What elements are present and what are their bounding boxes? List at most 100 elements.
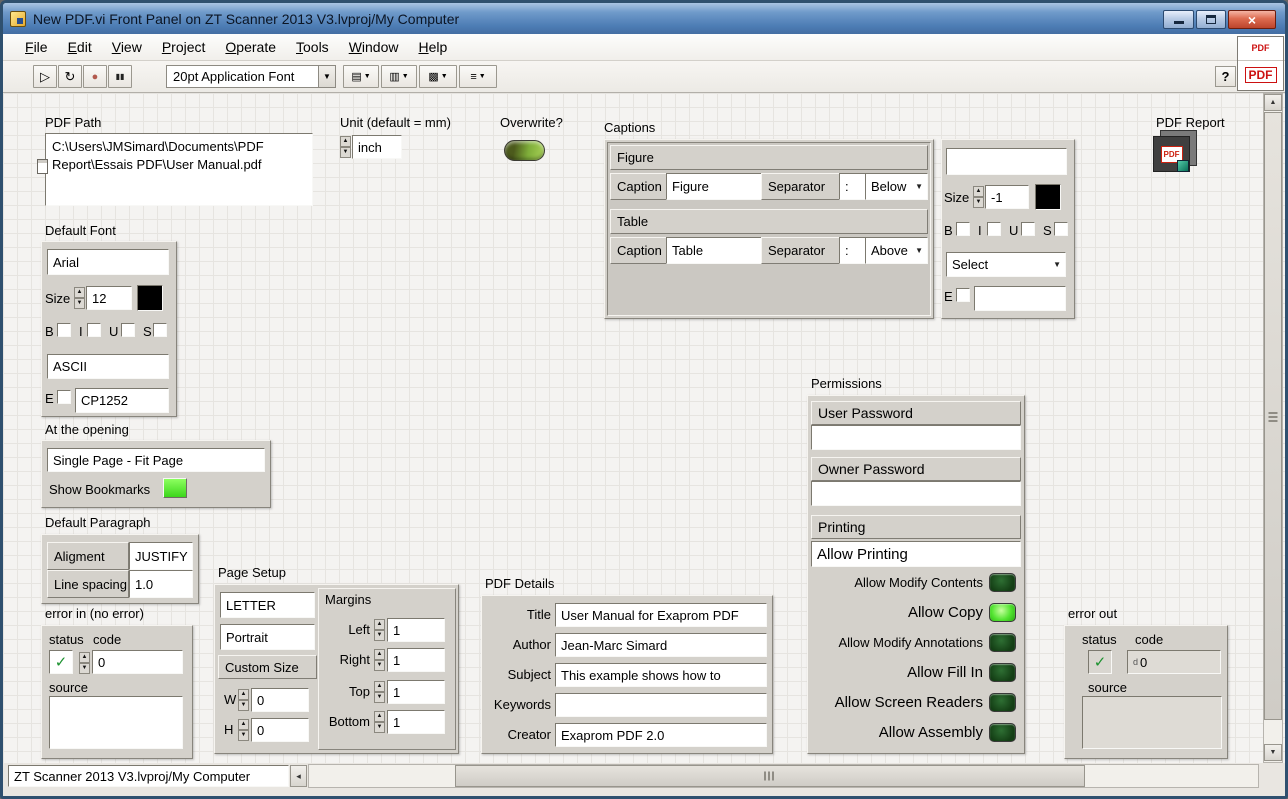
allow-modify-contents-led[interactable] bbox=[989, 573, 1016, 592]
printing-dropdown[interactable]: Allow Printing bbox=[811, 541, 1021, 567]
increment-icon[interactable]: ▲ bbox=[374, 619, 385, 630]
allow-screen-readers-led[interactable] bbox=[989, 693, 1016, 712]
titlebar[interactable]: New PDF.vi Front Panel on ZT Scanner 201… bbox=[3, 3, 1285, 34]
line-spacing-input[interactable]: 1.0 bbox=[129, 570, 193, 598]
caption-font-italic-checkbox[interactable] bbox=[987, 222, 1001, 236]
caption-font-encoding-checkbox[interactable] bbox=[956, 288, 970, 302]
margin-top-input[interactable]: 1 bbox=[387, 680, 445, 704]
scroll-left-button[interactable]: ◂ bbox=[290, 765, 307, 787]
default-font-size-input[interactable]: 12 bbox=[86, 286, 132, 310]
allow-copy-led[interactable] bbox=[989, 603, 1016, 622]
pdf-path-input[interactable]: C:\Users\JMSimard\Documents\PDF Report\E… bbox=[45, 133, 313, 206]
details-title-input[interactable]: User Manual for Exaprom PDF bbox=[555, 603, 767, 627]
increment-icon[interactable]: ▲ bbox=[374, 711, 385, 722]
align-objects-button[interactable]: ▤▼ bbox=[343, 65, 379, 88]
decrement-icon[interactable]: ▼ bbox=[238, 730, 249, 741]
default-font-italic-checkbox[interactable] bbox=[87, 323, 101, 337]
resize-objects-button[interactable]: ▩▼ bbox=[419, 65, 457, 88]
caption-font-strike-checkbox[interactable] bbox=[1054, 222, 1068, 236]
decrement-icon[interactable]: ▼ bbox=[374, 692, 385, 703]
margin-bottom-input[interactable]: 1 bbox=[387, 710, 445, 734]
error-in-source-input[interactable] bbox=[49, 696, 183, 749]
figure-separator-input[interactable]: : bbox=[839, 173, 866, 200]
details-subject-input[interactable]: This example shows how to bbox=[555, 663, 767, 687]
show-bookmarks-toggle[interactable] bbox=[163, 478, 187, 498]
default-font-color-box[interactable] bbox=[137, 285, 163, 311]
menu-project[interactable]: Project bbox=[152, 34, 216, 60]
menu-file[interactable]: File bbox=[15, 34, 58, 60]
menu-tools[interactable]: Tools bbox=[286, 34, 339, 60]
increment-icon[interactable]: ▲ bbox=[374, 649, 385, 660]
increment-icon[interactable]: ▲ bbox=[238, 719, 249, 730]
pdf-report-icon[interactable]: PDF bbox=[1153, 130, 1199, 174]
close-button[interactable]: × bbox=[1228, 10, 1276, 29]
menu-view[interactable]: View bbox=[102, 34, 152, 60]
default-font-size-spinner[interactable]: ▲ ▼ bbox=[74, 287, 85, 309]
unit-spinner[interactable]: ▲ ▼ bbox=[340, 136, 351, 158]
increment-icon[interactable]: ▲ bbox=[79, 652, 90, 663]
execution-target-indicator[interactable]: ZT Scanner 2013 V3.lvproj/My Computer bbox=[8, 765, 289, 787]
decrement-icon[interactable]: ▼ bbox=[340, 147, 351, 158]
caption-font-underline-checkbox[interactable] bbox=[1021, 222, 1035, 236]
opening-view-dropdown[interactable]: Single Page - Fit Page bbox=[47, 448, 265, 472]
menu-window[interactable]: Window bbox=[339, 34, 409, 60]
margin-right-spinner[interactable]: ▲▼ bbox=[374, 649, 385, 671]
unit-input[interactable]: inch bbox=[352, 135, 402, 159]
details-author-input[interactable]: Jean-Marc Simard bbox=[555, 633, 767, 657]
figure-position-dropdown[interactable]: Below ▼ bbox=[865, 173, 928, 200]
paper-size-dropdown[interactable]: LETTER bbox=[220, 592, 315, 618]
caption-font-bold-checkbox[interactable] bbox=[956, 222, 970, 236]
maximize-button[interactable] bbox=[1196, 10, 1226, 29]
allow-assembly-led[interactable] bbox=[989, 723, 1016, 742]
custom-height-input[interactable]: 0 bbox=[251, 718, 309, 742]
error-in-code-input[interactable]: 0 bbox=[92, 650, 183, 674]
increment-icon[interactable]: ▲ bbox=[238, 689, 249, 700]
default-font-charset-dropdown[interactable]: ASCII bbox=[47, 354, 169, 379]
default-font-bold-checkbox[interactable] bbox=[57, 323, 71, 337]
run-continuous-button[interactable]: ↻ bbox=[58, 65, 82, 88]
default-font-underline-checkbox[interactable] bbox=[121, 323, 135, 337]
error-in-code-spinner[interactable]: ▲ ▼ bbox=[79, 652, 90, 674]
orientation-dropdown[interactable]: Portrait bbox=[220, 624, 315, 650]
user-password-input[interactable] bbox=[811, 425, 1021, 450]
figure-caption-input[interactable]: Figure bbox=[666, 173, 762, 200]
caption-font-size-input[interactable]: -1 bbox=[985, 185, 1029, 209]
custom-height-spinner[interactable]: ▲ ▼ bbox=[238, 719, 249, 741]
margin-top-spinner[interactable]: ▲▼ bbox=[374, 681, 385, 703]
caption-font-charset-dropdown[interactable]: Select ▼ bbox=[946, 252, 1066, 277]
margin-left-input[interactable]: 1 bbox=[387, 618, 445, 642]
decrement-icon[interactable]: ▼ bbox=[374, 660, 385, 671]
font-selector-arrow-button[interactable]: ▼ bbox=[318, 66, 335, 87]
menu-operate[interactable]: Operate bbox=[215, 34, 286, 60]
allow-fill-in-led[interactable] bbox=[989, 663, 1016, 682]
increment-icon[interactable]: ▲ bbox=[973, 186, 984, 197]
default-font-encoding-checkbox[interactable] bbox=[57, 390, 71, 404]
default-font-encoding-input[interactable]: CP1252 bbox=[75, 388, 169, 413]
table-separator-input[interactable]: : bbox=[839, 237, 866, 264]
owner-password-input[interactable] bbox=[811, 481, 1021, 506]
vi-icon[interactable]: PDF PDF bbox=[1237, 36, 1284, 91]
decrement-icon[interactable]: ▼ bbox=[973, 197, 984, 208]
horizontal-scrollbar-thumb[interactable] bbox=[455, 765, 1085, 787]
custom-width-spinner[interactable]: ▲ ▼ bbox=[238, 689, 249, 711]
margin-right-input[interactable]: 1 bbox=[387, 648, 445, 672]
pause-button[interactable]: ▮▮ bbox=[108, 65, 132, 88]
path-browse-icon[interactable] bbox=[37, 159, 48, 174]
scroll-down-button[interactable]: ▼ bbox=[1264, 744, 1282, 761]
details-creator-input[interactable]: Exaprom PDF 2.0 bbox=[555, 723, 767, 747]
table-caption-input[interactable]: Table bbox=[666, 237, 762, 264]
caption-font-size-spinner[interactable]: ▲ ▼ bbox=[973, 186, 984, 208]
run-button[interactable]: ▷ bbox=[33, 65, 57, 88]
reorder-button[interactable]: ≡▼ bbox=[459, 65, 497, 88]
caption-font-name-input[interactable] bbox=[946, 148, 1067, 175]
distribute-objects-button[interactable]: ▥▼ bbox=[381, 65, 417, 88]
overwrite-toggle-button[interactable] bbox=[504, 140, 545, 161]
increment-icon[interactable]: ▲ bbox=[374, 681, 385, 692]
details-keywords-input[interactable] bbox=[555, 693, 767, 717]
increment-icon[interactable]: ▲ bbox=[74, 287, 85, 298]
scroll-up-button[interactable]: ▲ bbox=[1264, 94, 1282, 111]
abort-button[interactable]: ● bbox=[83, 65, 107, 88]
menu-edit[interactable]: Edit bbox=[58, 34, 102, 60]
minimize-button[interactable] bbox=[1163, 10, 1194, 29]
default-font-name-input[interactable]: Arial bbox=[47, 249, 169, 275]
